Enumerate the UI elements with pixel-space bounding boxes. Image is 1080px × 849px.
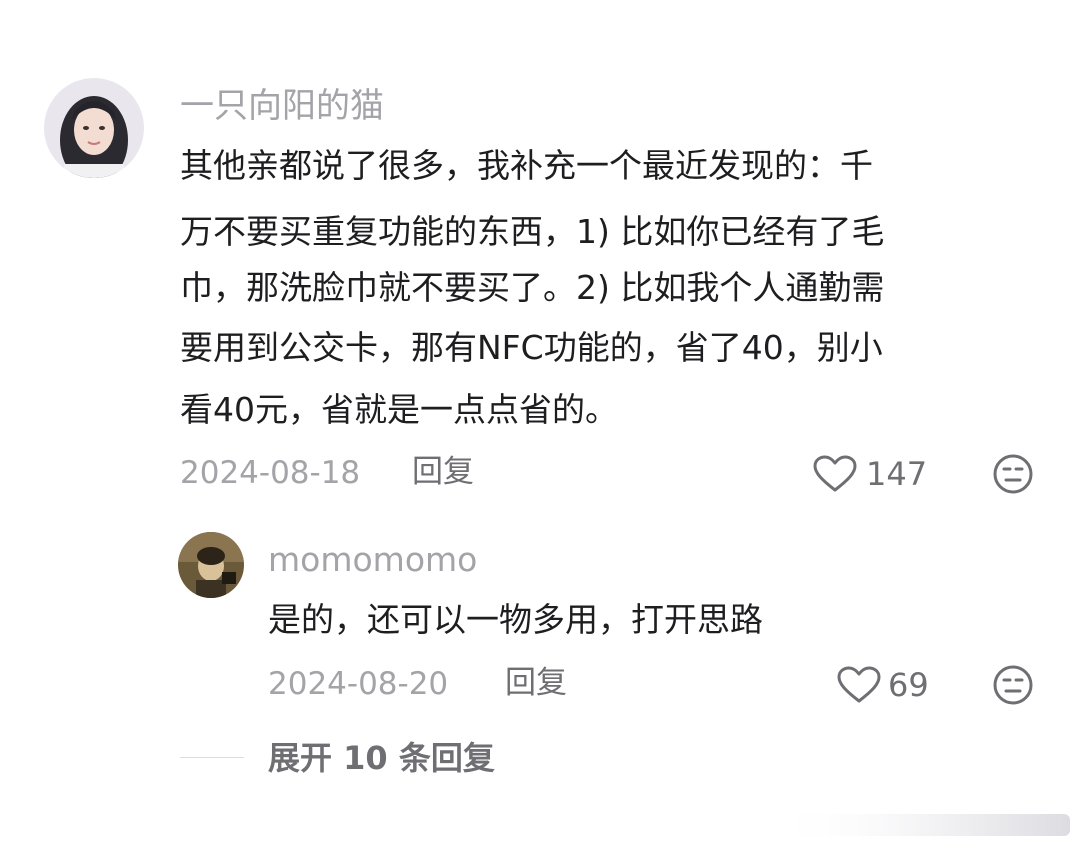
commenter-username[interactable]: 一只向阳的猫 bbox=[180, 84, 384, 128]
neutral-face-icon bbox=[993, 454, 1033, 494]
watermark bbox=[770, 810, 1070, 840]
comment-date: 2024-08-18 bbox=[180, 455, 361, 491]
reply-reply-button[interactable]: 回复 bbox=[505, 663, 567, 703]
comment-line: 看40元，省就是一点点省的。 bbox=[180, 390, 618, 429]
neutral-face-icon bbox=[993, 665, 1033, 705]
expand-divider bbox=[180, 757, 244, 758]
like-count: 147 bbox=[866, 455, 928, 493]
like-button[interactable]: 147 bbox=[812, 452, 927, 496]
dislike-button[interactable] bbox=[992, 453, 1034, 495]
comment-line: 其他亲都说了很多，我补充一个最近发现的：千 bbox=[180, 146, 873, 185]
reply-like-button[interactable]: 69 bbox=[836, 663, 929, 707]
commenter-avatar[interactable] bbox=[44, 78, 144, 178]
comment-line: 巾，那洗脸巾就不要买了。2) 比如我个人通勤需 bbox=[180, 268, 885, 307]
heart-outline-icon bbox=[836, 665, 882, 705]
reply-body: 是的，还可以一物多用，打开思路 bbox=[268, 600, 763, 639]
reply-date: 2024-08-20 bbox=[268, 666, 449, 702]
reply-button[interactable]: 回复 bbox=[412, 452, 474, 492]
replier-username[interactable]: momomomo bbox=[268, 540, 477, 580]
like-count: 69 bbox=[888, 666, 929, 704]
expand-replies-button[interactable]: 展开 10 条回复 bbox=[268, 737, 495, 779]
avatar-image bbox=[44, 78, 144, 178]
replier-avatar[interactable] bbox=[178, 532, 244, 598]
reply-dislike-button[interactable] bbox=[992, 664, 1034, 706]
avatar-image bbox=[178, 532, 244, 598]
heart-outline-icon bbox=[812, 454, 858, 494]
comment-line: 万不要买重复功能的东西，1) 比如你已经有了毛 bbox=[180, 212, 885, 251]
comment-line: 要用到公交卡，那有NFC功能的，省了40，别小 bbox=[180, 328, 883, 367]
